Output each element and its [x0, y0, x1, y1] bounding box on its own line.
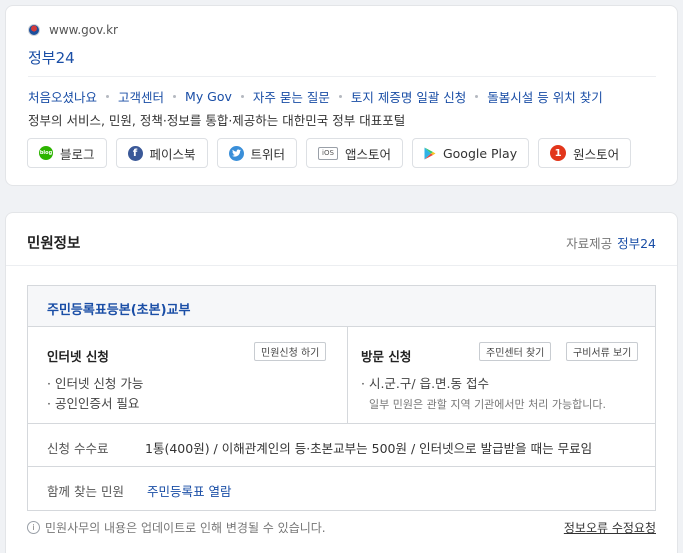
app-store-button[interactable]: iOS 앱스토어: [306, 138, 403, 168]
facebook-button[interactable]: f 페이스북: [115, 138, 208, 168]
online-item: · 인터넷 신청 가능: [47, 376, 144, 391]
site-link-care-facility[interactable]: 돌봄시설 등 위치 찾기: [487, 87, 602, 106]
onestore-icon: 1: [550, 145, 567, 161]
ios-icon: iOS: [318, 146, 338, 160]
facebook-icon: f: [127, 145, 143, 161]
separator-dot: [106, 95, 110, 98]
blog-label: 블로그: [60, 146, 95, 162]
source-label: 자료제공: [566, 236, 613, 251]
service-name-link[interactable]: 주민등록표등본(초본)교부: [47, 299, 190, 318]
twitter-icon: [228, 145, 244, 161]
related-service-link[interactable]: 주민등록표 열람: [147, 481, 231, 500]
site-link-faq[interactable]: 자주 묻는 질문: [253, 87, 330, 106]
separator-dot: [240, 95, 244, 98]
online-apply-section: 인터넷 신청 민원신청 하기 · 인터넷 신청 가능 · 공인인증서 필요: [28, 327, 348, 423]
civil-info-card: 민원정보 자료제공 정부24 주민등록표등본(초본)교부 인터넷 신청 민원신청 …: [5, 212, 678, 553]
report-error-link[interactable]: 정보오류 수정요청: [564, 519, 656, 536]
info-icon: i: [27, 521, 40, 534]
google-play-icon: [424, 147, 436, 160]
update-notice: i 민원사무의 내용은 업데이트로 인해 변경될 수 있습니다.: [27, 519, 326, 536]
google-play-button[interactable]: Google Play: [411, 138, 530, 168]
site-links: 처음오셨나요 고객센터 My Gov 자주 묻는 질문 토지 제증명 일괄 신청…: [28, 87, 603, 106]
twitter-label: 트위터: [250, 146, 286, 162]
blog-icon: blog: [39, 146, 53, 160]
site-url[interactable]: www.gov.kr: [49, 23, 118, 37]
service-detail-box: 주민등록표등본(초본)교부 인터넷 신청 민원신청 하기 · 인터넷 신청 가능…: [27, 285, 656, 511]
app-links: blog 블로그 f 페이스북 트위터 iOS 앱스토어 Google Play…: [27, 138, 632, 168]
visit-apply-label: 방문 신청: [361, 349, 412, 364]
related-row: 함께 찾는 민원 주민등록표 열람: [28, 467, 655, 510]
visit-apply-section: 방문 신청 주민센터 찾기 구비서류 보기 · 시.군.구/ 읍.면.동 접수 …: [348, 327, 655, 423]
separator-dot: [475, 95, 479, 98]
apply-online-button[interactable]: 민원신청 하기: [254, 342, 327, 361]
site-result-card: www.gov.kr 정부24 처음오셨나요 고객센터 My Gov 자주 묻는…: [5, 5, 678, 186]
separator-dot: [338, 95, 342, 98]
source-link[interactable]: 정부24: [617, 236, 656, 251]
site-url-row[interactable]: www.gov.kr: [28, 23, 118, 37]
site-link-my-gov[interactable]: My Gov: [185, 89, 232, 104]
site-link-customer-center[interactable]: 고객센터: [118, 87, 164, 106]
related-label: 함께 찾는 민원: [47, 484, 124, 499]
google-play-label: Google Play: [442, 145, 518, 161]
gov-emblem-icon: [28, 24, 40, 36]
info-header: 민원정보 자료제공 정부24: [6, 213, 677, 266]
onestore-button[interactable]: 1 원스토어: [538, 138, 632, 168]
app-store-label: 앱스토어: [344, 146, 391, 162]
site-link-first-visit[interactable]: 처음오셨나요: [28, 87, 97, 106]
onestore-label: 원스토어: [573, 146, 620, 162]
info-title: 민원정보: [27, 236, 81, 252]
blog-button[interactable]: blog 블로그: [27, 138, 107, 168]
separator-dot: [173, 95, 177, 98]
fee-row: 신청 수수료 1통(400원) / 이해관계인의 등·초본교부는 500원 / …: [28, 423, 655, 467]
facebook-label: 페이스북: [149, 146, 196, 162]
fee-value: 1통(400원) / 이해관계인의 등·초본교부는 500원 / 인터넷으로 발…: [145, 441, 593, 456]
site-title-link[interactable]: 정부24: [28, 47, 75, 68]
fee-label: 신청 수수료: [47, 441, 109, 456]
site-description: 정부의 서비스, 민원, 정책·정보를 통합·제공하는 대한민국 정부 대표포털: [28, 113, 406, 128]
site-link-land-certificate[interactable]: 토지 제증명 일괄 신청: [351, 87, 466, 106]
find-community-center-button[interactable]: 주민센터 찾기: [479, 342, 552, 361]
update-notice-text: 민원사무의 내용은 업데이트로 인해 변경될 수 있습니다.: [45, 521, 326, 535]
online-apply-label: 인터넷 신청: [47, 349, 109, 364]
visit-item: · 시.군.구/ 읍.면.동 접수: [361, 376, 489, 391]
twitter-button[interactable]: 트위터: [216, 138, 298, 168]
divider: [28, 76, 656, 77]
service-header: 주민등록표등본(초본)교부: [28, 286, 655, 327]
info-source: 자료제공 정부24: [566, 233, 656, 252]
online-item: · 공인인증서 필요: [47, 396, 140, 411]
visit-note: 일부 민원은 관할 지역 기관에서만 처리 가능합니다.: [369, 398, 606, 411]
view-documents-button[interactable]: 구비서류 보기: [566, 342, 639, 361]
